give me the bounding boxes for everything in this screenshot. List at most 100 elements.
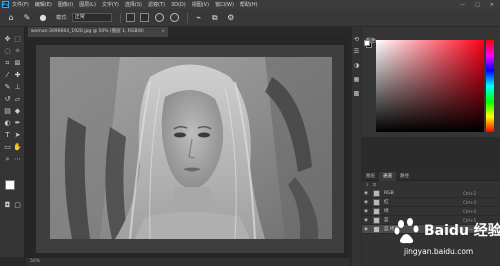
- quick-select-tool-icon[interactable]: ✧: [13, 47, 22, 56]
- home-icon[interactable]: ⌂: [6, 13, 16, 23]
- menu-select[interactable]: 选择(S): [125, 1, 142, 8]
- maximize-button[interactable]: □: [475, 2, 480, 8]
- menu-file[interactable]: 文件(F): [12, 1, 29, 8]
- airbrush-icon[interactable]: [169, 13, 179, 22]
- libraries-icon[interactable]: ▦: [352, 75, 361, 84]
- screen-mode-icon[interactable]: ▢: [13, 201, 22, 210]
- brush-tool-icon[interactable]: ✎: [3, 83, 12, 92]
- baidu-jingyan-watermark: Baidu 经验 jingyan.baidu.com: [386, 214, 500, 262]
- canvas-area[interactable]: [26, 37, 350, 258]
- menu-edit[interactable]: 编辑(E): [35, 1, 52, 8]
- type-tool-icon[interactable]: T: [3, 131, 12, 140]
- visibility-eye-icon[interactable]: ◉: [364, 209, 370, 214]
- window-controls: — □ ✕: [460, 2, 494, 8]
- document-title: woman-3096664_1920.jpg @ 50% (图层 1, RGB/…: [31, 29, 144, 34]
- separator: [186, 12, 188, 23]
- hue-slider[interactable]: [486, 40, 494, 132]
- watermark-brand: Baidu 经验: [424, 223, 500, 239]
- channel-shortcut: Ctrl+3: [462, 199, 476, 205]
- channel-name: 红: [384, 200, 389, 205]
- collapsed-panel-icons: ⟲ ☰ ◑ ▦ ▩: [352, 27, 361, 266]
- menu-bar: Ps 文件(F) 编辑(E) 图像(I) 图层(L) 文字(Y) 选择(S) 滤…: [0, 0, 500, 9]
- visibility-eye-icon[interactable]: ◉: [364, 191, 370, 196]
- visibility-eye-icon[interactable]: ◉: [364, 218, 370, 223]
- tab-paths[interactable]: 路径: [396, 172, 413, 181]
- tab-channels[interactable]: 通道: [379, 171, 396, 181]
- close-document-icon[interactable]: ×: [161, 27, 165, 37]
- symmetry-icon[interactable]: ⧉: [210, 13, 220, 23]
- channel-shortcut: Ctrl+4: [462, 208, 476, 214]
- panel-foreground-swatch[interactable]: [364, 40, 370, 46]
- visibility-eye-icon[interactable]: ◉: [364, 200, 370, 205]
- menu-view[interactable]: 视图(V): [192, 1, 209, 8]
- menu-window[interactable]: 窗口(W): [215, 1, 234, 8]
- close-window-button[interactable]: ✕: [490, 2, 494, 8]
- color-picker-field[interactable]: [376, 40, 484, 132]
- lasso-tool-icon[interactable]: ◌: [3, 47, 12, 56]
- portrait-illustration: [50, 57, 332, 239]
- filter-icon[interactable]: ⌕: [366, 182, 369, 188]
- brush-preset-icon[interactable]: ●: [38, 13, 48, 23]
- brush-tool-icon[interactable]: ✎: [22, 13, 32, 23]
- shape-tool-icon[interactable]: ▭: [3, 143, 12, 152]
- eyedropper-tool-icon[interactable]: ⁄: [3, 71, 12, 80]
- healing-tool-icon[interactable]: ✚: [13, 71, 22, 80]
- move-tool-icon[interactable]: ✥: [3, 35, 12, 44]
- color-panel: 颜色: [362, 27, 500, 137]
- menu-3d[interactable]: 3D(D): [171, 2, 186, 8]
- baidu-paw-logo: [394, 218, 419, 244]
- history-icon[interactable]: ⟲: [352, 35, 361, 44]
- eraser-tool-icon[interactable]: ▱: [13, 95, 22, 104]
- channel-row[interactable]: ◉ RGB Ctrl+2: [362, 189, 500, 198]
- crop-tool-icon[interactable]: ⌗: [3, 59, 12, 68]
- settings-icon[interactable]: ⚙: [226, 13, 236, 23]
- menu-image[interactable]: 图像(I): [58, 1, 73, 8]
- history-brush-tool-icon[interactable]: ↺: [3, 95, 12, 104]
- stamp-tool-icon[interactable]: ⊥: [13, 83, 22, 92]
- layers-toolbar: ⌕ ⊡: [362, 181, 500, 189]
- lock-icon[interactable]: ⊡: [373, 183, 377, 188]
- flow-field[interactable]: [139, 13, 149, 22]
- channel-shortcut: Ctrl+2: [462, 190, 476, 196]
- quick-mask-icon[interactable]: ◘: [3, 201, 12, 210]
- layers-panel-tabs: 图层 通道 路径: [362, 171, 500, 181]
- menu-layer[interactable]: 图层(L): [79, 1, 96, 8]
- foreground-color-swatch[interactable]: [5, 180, 15, 190]
- hand-tool-icon[interactable]: ✋: [13, 143, 22, 152]
- dodge-tool-icon[interactable]: ◐: [3, 119, 12, 128]
- channel-thumbnail: [373, 207, 380, 215]
- opacity-field[interactable]: [125, 13, 135, 22]
- frame-tool-icon[interactable]: ⊠: [13, 59, 22, 68]
- visibility-eye-icon[interactable]: ◉: [364, 227, 370, 232]
- grayscale-portrait-image[interactable]: [50, 57, 332, 239]
- path-select-tool-icon[interactable]: ➤: [13, 131, 22, 140]
- gradient-tool-icon[interactable]: ▤: [3, 107, 12, 116]
- marquee-tool-icon[interactable]: ⬚: [13, 35, 22, 44]
- document-tab[interactable]: woman-3096664_1920.jpg @ 50% (图层 1, RGB/…: [28, 27, 168, 37]
- mode-label: 模式:: [56, 15, 68, 21]
- pressure-opacity-icon[interactable]: [154, 13, 164, 22]
- channel-name: RGB: [384, 190, 394, 196]
- swatches-icon[interactable]: ▩: [352, 89, 361, 98]
- separator: [119, 12, 121, 23]
- channel-thumbnail: [373, 189, 380, 197]
- pressure-size-icon[interactable]: ⌁: [194, 13, 204, 23]
- options-bar: ⌂ ✎ ● 模式: 正常 ⌁ ⧉ ⚙: [0, 9, 500, 27]
- minimize-button[interactable]: —: [460, 2, 465, 8]
- mode-select[interactable]: 正常: [71, 13, 112, 22]
- status-bar: 50%: [26, 258, 350, 266]
- zoom-tool-icon[interactable]: ⌕: [3, 155, 12, 164]
- menu-type[interactable]: 文字(Y): [102, 1, 119, 8]
- watermark-url: jingyan.baidu.com: [404, 247, 474, 256]
- menu-filter[interactable]: 滤镜(T): [148, 1, 165, 8]
- zoom-level[interactable]: 50%: [30, 259, 40, 264]
- tab-layers[interactable]: 图层: [362, 172, 379, 181]
- more-tools-icon[interactable]: ⋯: [13, 155, 22, 164]
- adjustments-icon[interactable]: ◑: [352, 61, 361, 70]
- channel-thumbnail: [373, 216, 380, 224]
- menu-help[interactable]: 帮助(H): [240, 1, 258, 8]
- blur-tool-icon[interactable]: ◆: [13, 107, 22, 116]
- properties-icon[interactable]: ☰: [352, 47, 361, 56]
- pen-tool-icon[interactable]: ✒: [13, 119, 22, 128]
- channel-row[interactable]: ◉ 红 Ctrl+3: [362, 198, 500, 207]
